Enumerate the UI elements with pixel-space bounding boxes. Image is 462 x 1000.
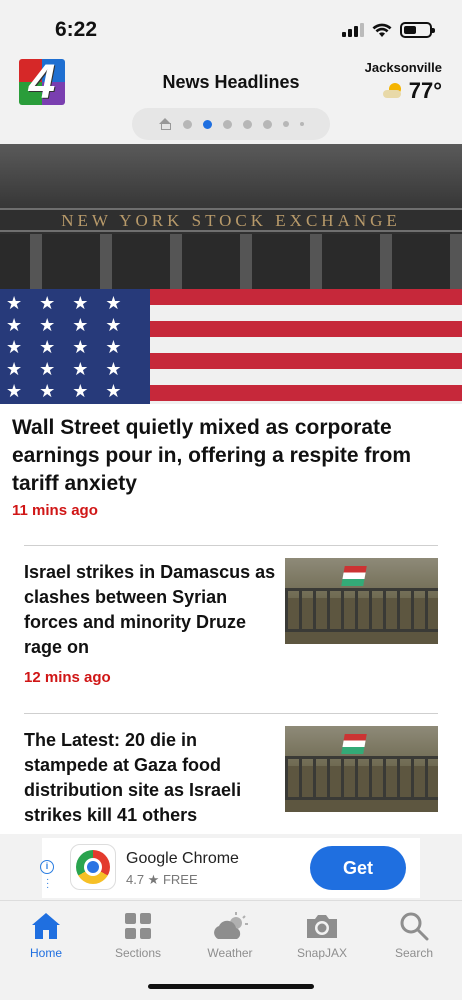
story-title[interactable]: The Latest: 20 die in stampede at Gaza f…	[24, 728, 276, 828]
lead-story-image[interactable]: NEW YORK STOCK EXCHANGE ★ ★ ★ ★ ★ ★ ★ ★ …	[0, 144, 462, 404]
partly-sunny-icon	[382, 83, 405, 99]
ad-options-icon[interactable]: · · ·	[46, 875, 49, 893]
status-time: 6:22	[55, 18, 98, 41]
story-item[interactable]: Israel strikes in Damascus as clashes be…	[24, 545, 438, 713]
ad-app-name[interactable]: Google Chrome	[126, 850, 239, 868]
story-title[interactable]: Israel strikes in Damascus as clashes be…	[24, 560, 276, 660]
camera-icon	[307, 915, 337, 938]
ad-rating: 4.7 ★ FREE	[126, 872, 198, 887]
home-page-icon[interactable]	[158, 118, 172, 130]
weather-cloud-sun-icon	[214, 912, 248, 939]
tab-weather[interactable]: Weather	[184, 909, 276, 960]
tab-home[interactable]: Home	[0, 909, 92, 960]
tab-label: Weather	[207, 946, 253, 960]
page-dot[interactable]	[263, 119, 272, 129]
tab-search[interactable]: Search	[368, 909, 460, 960]
tab-label: SnapJAX	[296, 946, 348, 960]
frieze-text: NEW YORK STOCK EXCHANGE	[61, 211, 401, 230]
tab-label: Home	[29, 946, 62, 960]
status-icons	[342, 22, 435, 38]
news-feed[interactable]: NEW YORK STOCK EXCHANGE ★ ★ ★ ★ ★ ★ ★ ★ …	[0, 144, 462, 834]
tab-label: Sections	[114, 946, 162, 960]
tab-sections[interactable]: Sections	[92, 909, 184, 960]
lead-story-time: 11 mins ago	[12, 502, 98, 519]
page-dot[interactable]	[243, 119, 252, 129]
ad-info-icon[interactable]: i	[40, 860, 54, 874]
ad-banner[interactable]: i · · · Google Chrome 4.7 ★ FREE Get	[0, 834, 462, 900]
page-dot[interactable]	[183, 119, 192, 129]
tab-label: Search	[394, 946, 434, 960]
story-thumbnail[interactable]	[285, 726, 438, 812]
status-bar: 6:22	[0, 0, 462, 56]
ad-content[interactable]: i · · · Google Chrome 4.7 ★ FREE Get	[40, 838, 420, 898]
search-icon	[400, 912, 429, 941]
story-item[interactable]: The Latest: 20 die in stampede at Gaza f…	[24, 713, 438, 834]
app-header: 4 News Headlines Jacksonville 77°	[0, 56, 462, 144]
weather-widget[interactable]: 77°	[382, 78, 442, 104]
page-dot[interactable]	[300, 122, 304, 126]
wifi-icon	[372, 23, 392, 37]
story-time: 12 mins ago	[24, 669, 111, 686]
home-indicator[interactable]	[148, 984, 314, 989]
home-icon	[32, 913, 60, 939]
weather-city[interactable]: Jacksonville	[365, 60, 442, 75]
chrome-app-icon[interactable]	[70, 844, 116, 890]
page-indicator[interactable]	[132, 108, 330, 140]
ad-get-button[interactable]: Get	[310, 846, 406, 890]
page-dot[interactable]	[223, 119, 232, 129]
story-thumbnail[interactable]	[285, 558, 438, 644]
page-dot[interactable]	[283, 121, 289, 127]
lead-story-title[interactable]: Wall Street quietly mixed as corporate e…	[0, 404, 462, 498]
battery-icon	[400, 22, 435, 38]
weather-temp: 77°	[408, 78, 442, 103]
cellular-signal-icon	[342, 23, 364, 37]
page-dot-active[interactable]	[203, 119, 212, 129]
tab-snapjax[interactable]: SnapJAX	[276, 909, 368, 960]
sections-grid-icon	[125, 913, 151, 939]
